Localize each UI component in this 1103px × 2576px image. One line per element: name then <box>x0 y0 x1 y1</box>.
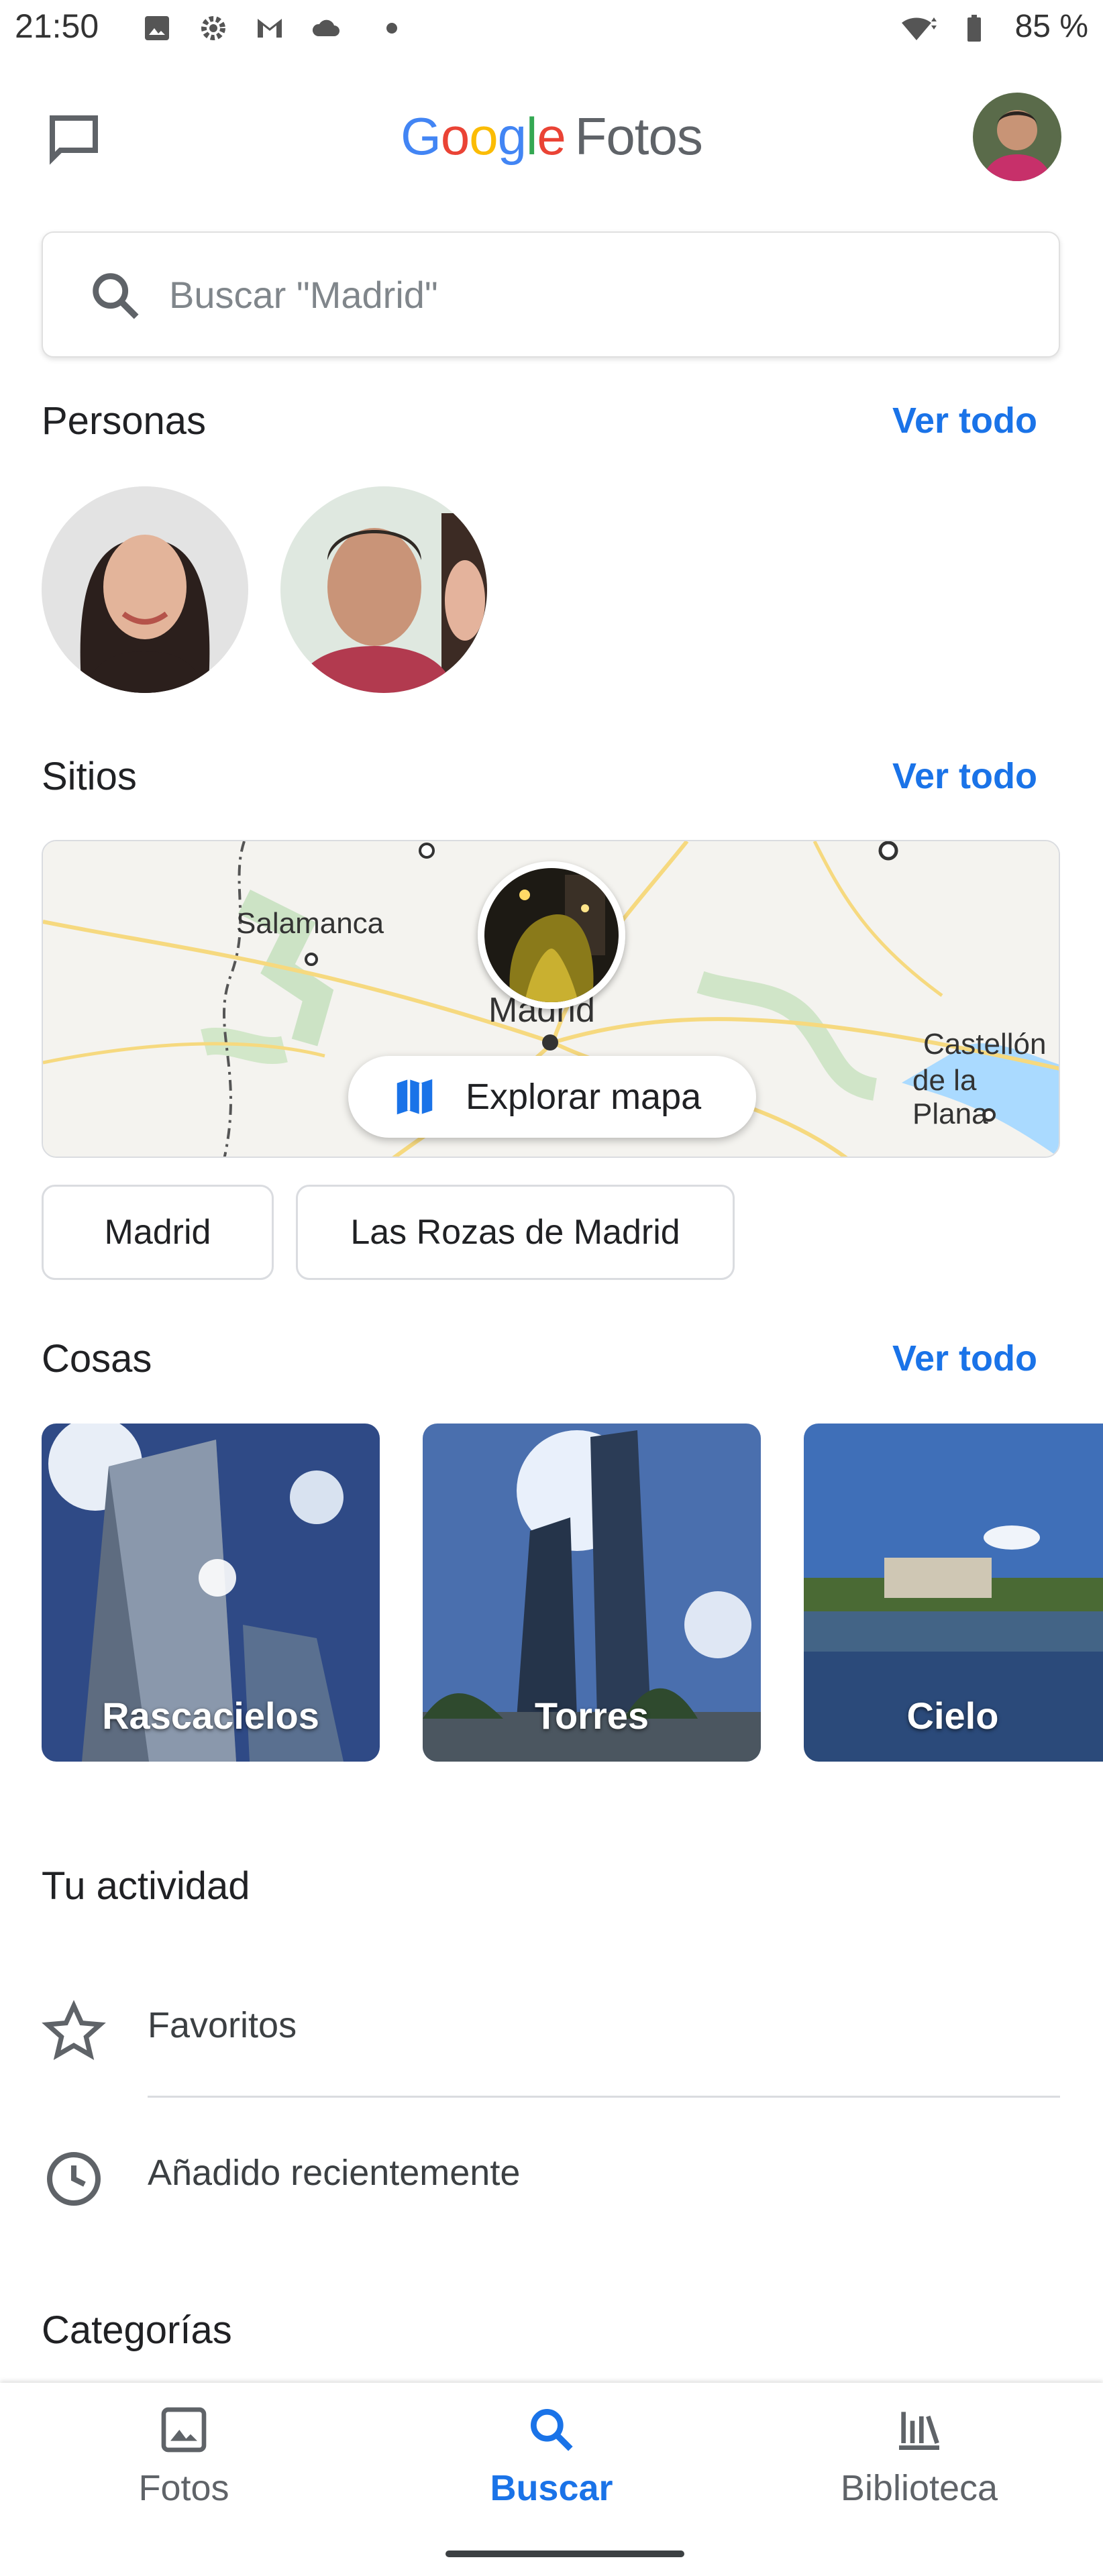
map-photo-pin[interactable] <box>478 861 625 1009</box>
person-avatar[interactable] <box>42 486 248 693</box>
favorites-label: Favoritos <box>148 2005 297 2045</box>
clock-icon <box>47 2152 101 2206</box>
things-title: Cosas <box>42 1337 152 1381</box>
app-logo: Google Fotos <box>0 106 1103 167</box>
nav-library[interactable]: Biblioteca <box>735 2383 1103 2557</box>
logo-letter: g <box>497 107 527 166</box>
star-icon <box>42 2000 106 2060</box>
nav-photos-label: Fotos <box>138 2468 229 2508</box>
categories-title: Categorías <box>42 2308 232 2352</box>
dot-icon <box>386 23 397 34</box>
map-label-salamanca: Salamanca <box>236 907 384 940</box>
things-see-all[interactable]: Ver todo <box>892 1338 1037 1379</box>
search-input[interactable] <box>168 264 976 325</box>
bottom-nav: Fotos Buscar Biblioteca <box>0 2383 1103 2576</box>
thing-card[interactable]: Cielo <box>804 1424 1103 1762</box>
logo-letter: e <box>537 107 566 166</box>
nav-search[interactable]: Buscar <box>368 2383 735 2557</box>
settings-icon <box>201 16 225 40</box>
recently-added-row[interactable]: Añadido recientemente <box>0 2106 1103 2241</box>
thing-card[interactable]: Torres <box>423 1424 761 1762</box>
gmail-icon <box>258 19 282 38</box>
map-label-castellon: Castellón <box>923 1028 1047 1061</box>
search-icon <box>531 2409 573 2451</box>
logo-letter: G <box>401 107 441 166</box>
thing-label: Cielo <box>906 1695 999 1737</box>
library-icon <box>899 2412 939 2450</box>
favorites-row[interactable]: Favoritos <box>0 1959 1103 2093</box>
home-indicator[interactable] <box>445 2551 684 2557</box>
explore-map-button[interactable]: Explorar mapa <box>348 1056 756 1138</box>
activity-title: Tu actividad <box>42 1864 250 1908</box>
image-icon <box>145 16 169 40</box>
map-label-castellon-2: de la Plana <box>912 1064 988 1130</box>
status-bar: 21:50 85 % <box>0 0 1103 60</box>
people-title: Personas <box>42 399 207 443</box>
places-title: Sitios <box>42 755 137 798</box>
logo-product: Fotos <box>574 107 703 166</box>
divider <box>148 2096 1060 2098</box>
recently-added-label: Añadido recientemente <box>148 2153 521 2193</box>
logo-letter: o <box>469 107 498 166</box>
battery-percent: 85 % <box>1014 9 1088 44</box>
thing-label: Rascacielos <box>102 1695 319 1737</box>
search-icon <box>93 273 139 319</box>
place-chip[interactable]: Las Rozas de Madrid <box>296 1185 735 1280</box>
place-chip[interactable]: Madrid <box>42 1185 274 1280</box>
places-map[interactable]: Salamanca Madrid Castellón de la Plana E… <box>42 840 1060 1158</box>
thing-card[interactable]: Rascacielos <box>42 1424 380 1762</box>
nav-search-label: Buscar <box>490 2468 613 2508</box>
logo-letter: o <box>440 107 470 166</box>
places-see-all[interactable]: Ver todo <box>892 755 1037 797</box>
search-bar[interactable] <box>42 231 1060 358</box>
status-time: 21:50 <box>15 7 99 45</box>
photo-icon <box>161 2407 207 2453</box>
battery-icon <box>967 15 981 42</box>
person-avatar[interactable] <box>280 486 487 693</box>
account-avatar[interactable] <box>973 93 1061 181</box>
explore-map-label: Explorar mapa <box>466 1077 702 1117</box>
nav-library-label: Biblioteca <box>840 2468 998 2508</box>
cloud-icon <box>312 19 339 36</box>
thing-label: Torres <box>534 1695 649 1737</box>
logo-letter: l <box>526 107 537 166</box>
people-see-all[interactable]: Ver todo <box>892 400 1037 441</box>
nav-photos[interactable]: Fotos <box>0 2383 368 2557</box>
map-icon <box>397 1079 433 1115</box>
wifi-icon <box>902 17 937 40</box>
